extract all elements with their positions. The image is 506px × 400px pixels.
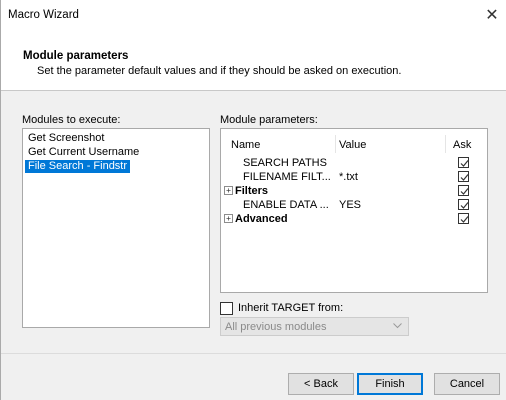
params-label: Module parameters: [220, 114, 318, 126]
page-description: Set the parameter default values and if … [37, 65, 402, 77]
list-item-get-current-username[interactable]: Get Current Username [25, 146, 142, 159]
modules-list[interactable]: Get Screenshot Get Current Username File… [22, 128, 210, 328]
footer-divider [1, 353, 506, 354]
expand-icon[interactable]: + [224, 186, 233, 195]
inherit-target-label[interactable]: Inherit TARGET from: [238, 302, 343, 314]
checkmark-icon [460, 202, 469, 209]
expand-icon[interactable]: + [224, 214, 233, 223]
checkmark-icon [460, 160, 469, 167]
column-header-ask[interactable]: Ask [453, 139, 471, 151]
inherit-source-value: All previous modules [225, 321, 327, 333]
inherit-target-checkbox[interactable] [220, 302, 233, 315]
close-icon: ✕ [485, 7, 499, 24]
param-group-name: Filters [235, 185, 269, 197]
checkmark-icon [460, 216, 469, 223]
close-button[interactable]: ✕ [477, 0, 506, 30]
param-row-search-paths[interactable]: SEARCH PATHS [221, 157, 487, 170]
param-group-filters[interactable]: + Filters [221, 185, 487, 198]
param-row-enable-data[interactable]: ENABLE DATA ... YES [221, 199, 487, 212]
ask-checkbox[interactable] [458, 199, 469, 210]
cancel-button[interactable]: Cancel [434, 373, 500, 395]
ask-checkbox[interactable] [458, 213, 469, 224]
param-group-name: Advanced [235, 213, 288, 225]
list-item-get-screenshot[interactable]: Get Screenshot [25, 132, 107, 145]
page-title: Module parameters [23, 50, 129, 62]
column-divider[interactable] [335, 135, 336, 153]
checkmark-icon [460, 188, 469, 195]
macro-wizard-window: Macro Wizard ✕ Module parameters Set the… [0, 0, 506, 400]
param-row-filename-filter[interactable]: FILENAME FILT... *.txt [221, 171, 487, 184]
wizard-header: Module parameters Set the parameter defa… [1, 30, 506, 91]
list-item-file-search-findstr[interactable]: File Search - Findstr [25, 160, 131, 173]
checkmark-icon [460, 174, 469, 181]
title-bar: Macro Wizard ✕ [1, 0, 506, 30]
param-name: SEARCH PATHS [243, 157, 327, 169]
back-button[interactable]: < Back [288, 373, 354, 395]
param-value[interactable]: YES [339, 199, 361, 211]
chevron-down-icon [393, 323, 402, 329]
finish-button[interactable]: Finish [357, 373, 423, 395]
ask-checkbox[interactable] [458, 171, 469, 182]
param-name: ENABLE DATA ... [243, 199, 329, 211]
param-value[interactable]: *.txt [339, 171, 358, 183]
inherit-source-select[interactable]: All previous modules [220, 317, 409, 336]
params-table[interactable]: Name Value Ask SEARCH PATHS FILENAME FIL… [220, 128, 488, 293]
column-divider[interactable] [445, 135, 446, 153]
column-header-name[interactable]: Name [231, 139, 260, 151]
window-title: Macro Wizard [8, 9, 79, 21]
column-header-value[interactable]: Value [339, 139, 366, 151]
param-name: FILENAME FILT... [243, 171, 331, 183]
ask-checkbox[interactable] [458, 185, 469, 196]
modules-label: Modules to execute: [22, 114, 121, 126]
param-group-advanced[interactable]: + Advanced [221, 213, 487, 226]
ask-checkbox[interactable] [458, 157, 469, 168]
